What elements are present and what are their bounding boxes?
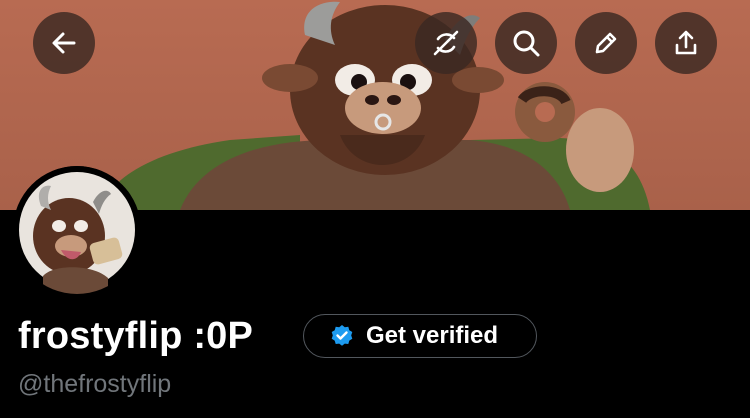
search-icon [513, 30, 540, 57]
verified-badge-icon [331, 325, 353, 346]
avatar[interactable] [13, 166, 141, 294]
display-name: frostyflip :0P [18, 315, 254, 357]
pencil-icon [595, 32, 617, 54]
share-upload-icon [675, 30, 697, 55]
search-button[interactable] [495, 12, 557, 74]
no-sync-icon [433, 30, 459, 56]
share-button[interactable] [655, 12, 717, 74]
arrow-left-icon [52, 32, 76, 54]
user-handle: @thefrostyflip [18, 370, 172, 398]
back-button[interactable] [33, 12, 95, 74]
get-verified-label: Get verified [366, 322, 499, 349]
avatar-image [13, 166, 141, 294]
get-verified-button[interactable]: Get verified [303, 314, 537, 358]
toggle-notifications-button[interactable] [415, 12, 477, 74]
edit-button[interactable] [575, 12, 637, 74]
